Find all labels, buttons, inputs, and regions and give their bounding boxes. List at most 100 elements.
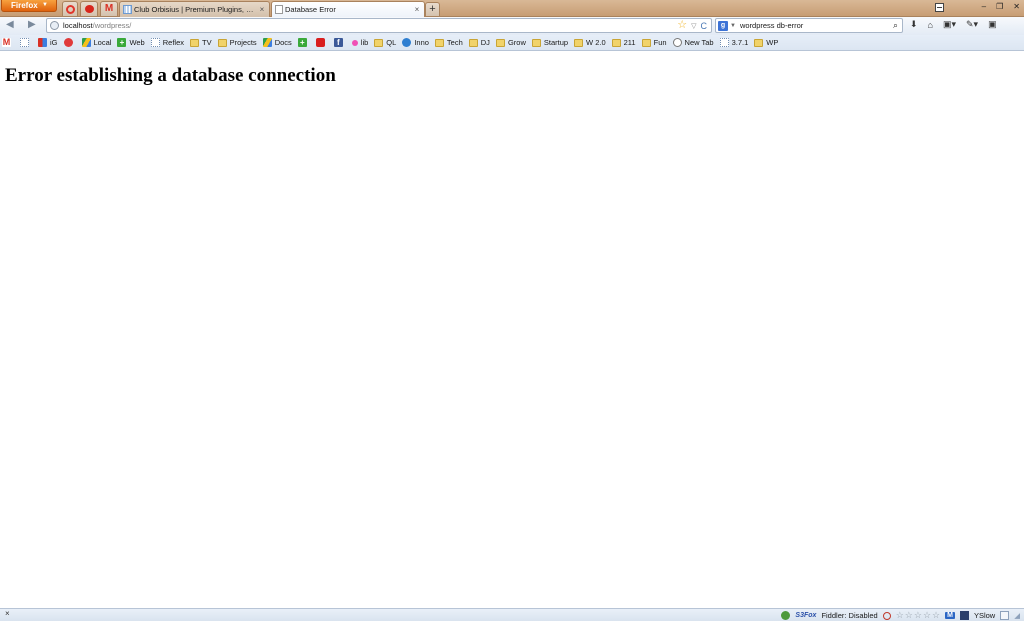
bookmark-label: Inno [414,38,429,47]
toolbar-icons: ⬇ ⌂ ▣▾ ✎▾ ▣ [910,19,997,30]
s3fox-icon[interactable]: S3Fox [795,612,816,619]
bookmark-label: Web [129,38,145,47]
reload-icon[interactable]: C [701,21,708,31]
frog-addon-icon[interactable] [781,611,791,620]
bookmark-item[interactable]: + Web [117,38,145,47]
rating-stars[interactable]: ☆ ☆ ☆ ☆ ☆ [896,610,940,621]
bookmark-item[interactable]: WP [754,38,778,47]
bookmark-item[interactable]: Projects [217,38,257,47]
close-tab-icon[interactable]: × [257,5,267,14]
list-all-tabs-icon[interactable] [935,3,944,12]
clock-icon[interactable] [882,611,891,620]
star-icon[interactable]: ☆ [905,610,913,621]
page-icon [20,38,29,47]
resize-grip-icon[interactable]: ◢ [1014,611,1020,620]
folder-icon [434,38,444,47]
chevron-down-icon[interactable]: ▼ [730,23,736,29]
bookmark-label: DJ [480,38,490,47]
navigation-toolbar: ◀ ▶ localhost /wordpress/ ☆ ▽ C g ▼ word… [0,17,1024,35]
bookmark-label: WP [766,38,779,47]
bookmark-item[interactable]: Fun [641,38,667,47]
green-icon: + [297,38,307,47]
bookmark-item[interactable]: f [333,38,346,47]
home-icon[interactable]: ⌂ [928,20,933,30]
new-tab-button[interactable]: + [425,2,440,16]
bookmark-item[interactable] [315,38,328,47]
bookmark-star-icon[interactable]: ☆ [677,20,687,31]
close-tab-icon[interactable]: × [412,5,422,14]
search-bar[interactable]: g ▼ wordpress db-error ⌕ [715,18,903,33]
red-icon [63,38,73,47]
bookmark-item[interactable] [63,38,76,47]
folder-icon [190,38,199,47]
yslow-icon[interactable] [959,611,969,620]
bookmark-item[interactable]: 211 [611,38,636,47]
bookmark-item[interactable]: DJ [468,38,490,47]
bookmark-item[interactable]: Grow [495,38,526,47]
google-icon[interactable]: g [718,20,728,31]
downloads-icon[interactable]: ⬇ [910,19,918,30]
tab-strip: Firefox ▼ M Club Orbisius | Premium Plug… [0,0,1024,17]
yt-icon [315,38,325,47]
bookmark-item[interactable]: W 2.0 [574,38,606,47]
bookmark-item[interactable] [20,38,32,47]
page-icon[interactable] [1000,611,1010,620]
wp-icon [672,38,682,47]
star-icon[interactable]: ☆ [896,610,904,621]
star-icon[interactable]: ☆ [932,610,940,621]
url-host: localhost [63,21,93,30]
back-button[interactable]: ◀ [6,19,14,30]
pink-icon [351,39,358,46]
tools-icon[interactable]: ✎▾ [966,19,978,30]
restore-button[interactable]: ❐ [996,2,1003,11]
close-window-button[interactable]: ✕ [1013,2,1020,11]
bookmark-label: New Tab [684,38,714,47]
blue-icon [402,38,412,47]
drive-icon [81,38,91,47]
bookmark-label: 3.7.1 [731,38,749,47]
bookmark-item[interactable]: 3.7.1 [719,38,749,47]
minimize-button[interactable]: – [982,2,986,11]
bookmark-item[interactable]: + [297,38,310,47]
star-icon[interactable]: ☆ [923,610,931,621]
extension-icon[interactable]: ▣ [988,19,997,30]
bookmark-item[interactable]: TV [190,38,212,47]
history-dropdown-icon[interactable]: ▽ [691,22,696,30]
page-icon [719,38,729,47]
firefox-menu-button[interactable]: Firefox ▼ [1,0,57,12]
folder-icon [641,38,651,47]
tab-club-orbisius[interactable]: Club Orbisius | Premium Plugins, Onl... … [119,1,270,17]
app-tab-1[interactable] [62,1,78,16]
bookmark-item[interactable]: Inno [402,38,429,47]
folder-icon [531,38,541,47]
bookmark-item[interactable]: Tech [434,38,463,47]
fiddler-status[interactable]: Fiddler: Disabled [821,611,877,620]
bookmark-item[interactable]: lib [351,38,368,47]
bookmark-item[interactable]: New Tab [672,38,714,47]
close-icon[interactable]: × [5,609,10,618]
bookmark-item[interactable]: Reflex [150,38,184,47]
search-icon[interactable]: ⌕ [893,20,898,31]
bookmark-item[interactable]: Startup [531,38,568,47]
bookmark-item[interactable]: Docs [262,38,292,47]
yslow-label[interactable]: YSlow [974,611,995,620]
folder-icon [374,38,384,47]
bookmark-item[interactable]: Local [81,38,111,47]
star-icon[interactable]: ☆ [914,610,922,621]
bookmark-item[interactable]: QL [374,38,396,47]
bookmark-label: QL [386,38,397,47]
url-bar[interactable]: localhost /wordpress/ ☆ ▽ C [46,18,712,33]
globe-icon [50,21,59,30]
bookmark-item[interactable]: M [2,38,14,47]
window-controls: – ❐ ✕ [971,0,1020,12]
forward-button[interactable]: ▶ [28,19,36,30]
app-tab-3[interactable]: M [100,1,118,16]
tab-database-error[interactable]: Database Error × [271,1,425,17]
addon-badge[interactable]: M [945,612,955,619]
search-input[interactable]: wordpress db-error [740,21,803,30]
screenshot-icon[interactable]: ▣▾ [943,19,956,30]
folder-icon [468,38,478,47]
bookmark-label: Grow [507,38,526,47]
app-tab-2[interactable] [80,1,98,16]
bookmark-item[interactable]: iG [38,38,58,47]
